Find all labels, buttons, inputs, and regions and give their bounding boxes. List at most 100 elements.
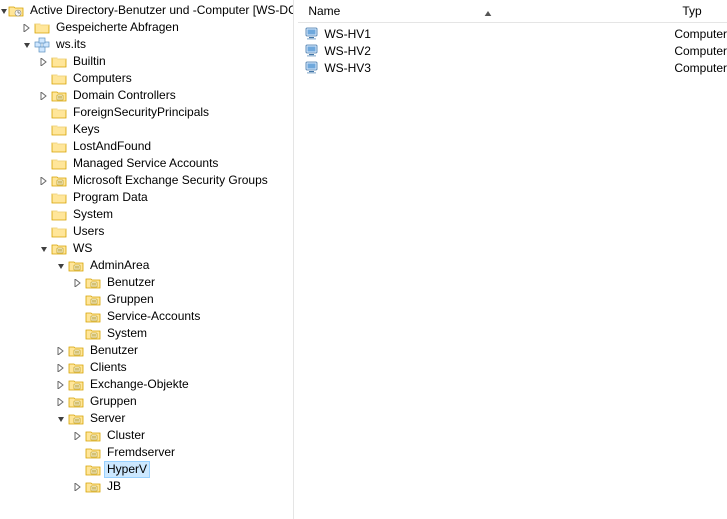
node-aa-serviceaccounts[interactable]: Service-Accounts	[0, 308, 293, 325]
node-srv-jb[interactable]: JB	[0, 478, 293, 495]
list-item-type: Computer	[674, 44, 727, 58]
node-domain[interactable]: ws.its	[0, 36, 293, 53]
node-label: System	[71, 206, 115, 223]
node-mesg[interactable]: Microsoft Exchange Security Groups	[0, 172, 293, 189]
node-computers[interactable]: Computers	[0, 70, 293, 87]
computer-icon	[304, 43, 320, 59]
node-lostandfound[interactable]: LostAndFound	[0, 138, 293, 155]
node-users[interactable]: Users	[0, 223, 293, 240]
node-msa[interactable]: Managed Service Accounts	[0, 155, 293, 172]
ou-icon	[68, 377, 84, 393]
node-srv-hyperv[interactable]: HyperV	[0, 461, 293, 478]
chevron-down-icon[interactable]	[19, 36, 34, 53]
node-srv-cluster[interactable]: Cluster	[0, 427, 293, 444]
node-adminarea[interactable]: AdminArea	[0, 257, 293, 274]
aduc-icon	[8, 3, 24, 19]
node-label: Keys	[71, 121, 102, 138]
node-fsp[interactable]: ForeignSecurityPrincipals	[0, 104, 293, 121]
folder-icon	[51, 71, 67, 87]
node-label: Service-Accounts	[105, 308, 202, 325]
chevron-right-icon[interactable]	[70, 274, 85, 291]
ou-icon	[85, 292, 101, 308]
list-item-type: Computer	[674, 27, 727, 41]
chevron-right-icon[interactable]	[70, 427, 85, 444]
list-item-type: Computer	[674, 61, 727, 75]
node-label: LostAndFound	[71, 138, 153, 155]
chevron-right-icon[interactable]	[36, 53, 51, 70]
node-keys[interactable]: Keys	[0, 121, 293, 138]
ou-icon	[85, 428, 101, 444]
ou-icon	[68, 411, 84, 427]
node-label: Builtin	[71, 53, 108, 70]
node-label: JB	[105, 478, 123, 495]
ou-icon	[85, 462, 101, 478]
node-aa-benutzer[interactable]: Benutzer	[0, 274, 293, 291]
folder-icon	[51, 105, 67, 121]
chevron-down-icon[interactable]	[0, 2, 8, 19]
node-label: HyperV	[104, 461, 150, 478]
node-label: Exchange-Objekte	[88, 376, 191, 393]
tree-pane[interactable]: Active Directory-Benutzer und -Computer …	[0, 0, 293, 519]
node-ws-exchange[interactable]: Exchange-Objekte	[0, 376, 293, 393]
ou-icon	[85, 326, 101, 342]
node-label: ForeignSecurityPrincipals	[71, 104, 211, 121]
list-item[interactable]: WS-HV2Computer	[298, 42, 727, 59]
list-pane[interactable]: Name Typ WS-HV1ComputerWS-HV2ComputerWS-…	[298, 0, 727, 519]
node-programdata[interactable]: Program Data	[0, 189, 293, 206]
node-label: Cluster	[105, 427, 147, 444]
node-label: Domain Controllers	[71, 87, 178, 104]
node-label: Computers	[71, 70, 134, 87]
chevron-right-icon[interactable]	[36, 172, 51, 189]
node-label: System	[105, 325, 149, 342]
node-ws-clients[interactable]: Clients	[0, 359, 293, 376]
list-item-name: WS-HV1	[324, 27, 674, 41]
node-label: Users	[71, 223, 106, 240]
node-aa-system[interactable]: System	[0, 325, 293, 342]
folder-icon	[51, 122, 67, 138]
node-ws-benutzer[interactable]: Benutzer	[0, 342, 293, 359]
node-label: Gruppen	[105, 291, 156, 308]
node-label: Gespeicherte Abfragen	[54, 19, 181, 36]
node-label: Gruppen	[88, 393, 139, 410]
node-builtin[interactable]: Builtin	[0, 53, 293, 70]
chevron-right-icon[interactable]	[36, 87, 51, 104]
column-header-type-label: Typ	[682, 4, 701, 18]
folder-icon	[51, 224, 67, 240]
ou-icon	[85, 309, 101, 325]
node-ws-server[interactable]: Server	[0, 410, 293, 427]
chevron-right-icon[interactable]	[53, 342, 68, 359]
chevron-right-icon[interactable]	[70, 478, 85, 495]
folder-icon	[51, 190, 67, 206]
node-label: Clients	[88, 359, 129, 376]
list-item-name: WS-HV3	[324, 61, 674, 75]
column-header-name[interactable]: Name	[298, 4, 678, 18]
node-srv-fremdserver[interactable]: Fremdserver	[0, 444, 293, 461]
ou-icon	[51, 88, 67, 104]
chevron-right-icon[interactable]	[53, 376, 68, 393]
node-ws-gruppen[interactable]: Gruppen	[0, 393, 293, 410]
chevron-right-icon[interactable]	[19, 19, 34, 36]
ou-icon	[68, 360, 84, 376]
node-saved-queries[interactable]: Gespeicherte Abfragen	[0, 19, 293, 36]
chevron-down-icon[interactable]	[36, 240, 51, 257]
chevron-down-icon[interactable]	[53, 257, 68, 274]
root-aduc[interactable]: Active Directory-Benutzer und -Computer …	[0, 2, 293, 19]
node-label: Program Data	[71, 189, 150, 206]
node-ws[interactable]: WS	[0, 240, 293, 257]
list-item[interactable]: WS-HV3Computer	[298, 59, 727, 76]
node-aa-gruppen[interactable]: Gruppen	[0, 291, 293, 308]
node-label: ws.its	[54, 36, 88, 53]
ou-icon	[85, 275, 101, 291]
chevron-right-icon[interactable]	[53, 359, 68, 376]
node-label: Active Directory-Benutzer und -Computer …	[28, 2, 293, 19]
node-system[interactable]: System	[0, 206, 293, 223]
column-header-type[interactable]: Typ	[678, 4, 727, 18]
chevron-down-icon[interactable]	[53, 410, 68, 427]
node-label: Fremdserver	[105, 444, 177, 461]
ou-icon	[68, 394, 84, 410]
list-item[interactable]: WS-HV1Computer	[298, 25, 727, 42]
node-label: Managed Service Accounts	[71, 155, 220, 172]
node-domain-controllers[interactable]: Domain Controllers	[0, 87, 293, 104]
folder-icon	[34, 20, 50, 36]
chevron-right-icon[interactable]	[53, 393, 68, 410]
